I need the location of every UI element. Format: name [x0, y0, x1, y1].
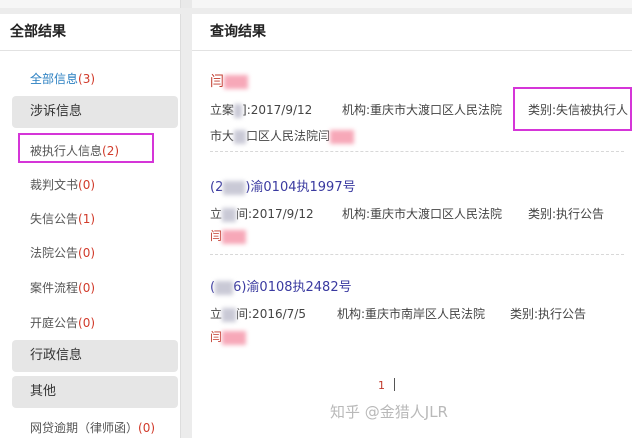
result-date-label: 立案: [210, 103, 235, 117]
sidebar-title: 全部结果: [0, 14, 180, 51]
sidebar-item-count: (3): [78, 72, 96, 86]
result-extra-b: 口区人民法院闫: [246, 129, 331, 143]
sidebar-item-count: (0): [78, 316, 96, 330]
pagination-divider: [394, 378, 395, 391]
sidebar-group-admin[interactable]: 行政信息: [12, 340, 178, 372]
result-date: 立案 ]:2017/9/12: [210, 101, 312, 118]
result-date-value: 间:2016/7/5: [236, 307, 306, 321]
sidebar-item-all[interactable]: 全部信息(3): [30, 70, 95, 87]
sidebar-item-label: 全部信息: [30, 72, 79, 86]
result-date-value: 间:2017/9/12: [236, 207, 314, 221]
redacted-name: [224, 75, 248, 89]
result-date: 立间:2016/7/5: [210, 305, 306, 322]
pagination-current-page[interactable]: 1: [378, 379, 385, 392]
sidebar-item-count: (0): [138, 421, 156, 435]
filter-sidebar: 全部结果 全部信息(3) 涉诉信息 被执行人信息(2) 裁判文书(0) 失信公告…: [0, 14, 181, 438]
result-extra: 闫: [210, 227, 247, 244]
redacted-text: [234, 103, 243, 118]
result-extra-text: 闫: [210, 330, 223, 344]
result-separator: [210, 151, 624, 152]
highlight-box: [18, 133, 154, 163]
sidebar-item-hearing-notice[interactable]: 开庭公告(0): [30, 314, 95, 331]
result-case-number: )渝0104执1997号: [245, 180, 356, 195]
top-bar-right: [192, 0, 632, 8]
result-agency: 机构:重庆市南岸区人民法院: [337, 307, 486, 321]
sidebar-item-count: (0): [78, 246, 96, 260]
watermark: 知乎 @金猎人JLR: [330, 403, 448, 421]
redacted-text: [222, 207, 237, 222]
redacted-text: [215, 280, 234, 295]
sidebar-group-litigation[interactable]: 涉诉信息: [12, 96, 178, 128]
result-agency: 机构:重庆市大渡口区人民法院: [342, 207, 503, 221]
result-category: 类别:执行公告: [528, 207, 605, 221]
redacted-text: [234, 129, 247, 144]
result-title-link[interactable]: 闫: [210, 71, 248, 91]
result-title-link[interactable]: (2 )渝0104执1997号: [210, 176, 356, 195]
result-extra: 市大 口区人民法院闫: [210, 127, 355, 144]
sidebar-item-judgments[interactable]: 裁判文书(0): [30, 176, 95, 193]
result-extra-text: 闫: [210, 229, 223, 243]
result-agency: 机构:重庆市大渡口区人民法院: [342, 103, 503, 117]
result-case-prefix: (2: [210, 180, 224, 195]
sidebar-item-count: (0): [78, 281, 96, 295]
result-date-label: 立: [210, 307, 223, 321]
result-date-value: ]:2017/9/12: [242, 103, 313, 117]
sidebar-item-case-process[interactable]: 案件流程(0): [30, 279, 95, 296]
result-date: 立间:2017/9/12: [210, 205, 314, 222]
results-panel: 查询结果 闫 立案]:2017/9/12 机构:重庆市大渡口区人民法院 类别:失…: [192, 14, 632, 438]
redacted-text: [223, 180, 246, 195]
sidebar-item-count: (0): [78, 178, 96, 192]
redacted-name: [222, 229, 247, 244]
redacted-name: [330, 129, 355, 144]
result-separator: [210, 254, 624, 255]
redacted-text: [222, 307, 237, 322]
sidebar-item-dishonest-notice[interactable]: 失信公告(1): [30, 210, 95, 227]
sidebar-item-court-notice[interactable]: 法院公告(0): [30, 244, 95, 261]
result-title-link[interactable]: (6)渝0108执2482号: [210, 276, 352, 295]
result-category: 类别:执行公告: [510, 307, 587, 321]
top-bar: [0, 0, 632, 8]
sidebar-item-label: 失信公告: [30, 212, 79, 226]
sidebar-item-count: (1): [78, 212, 96, 226]
sidebar-group-other[interactable]: 其他: [12, 376, 178, 408]
top-bar-left: [0, 0, 181, 8]
results-title: 查询结果: [192, 14, 632, 51]
sidebar-item-loan-overdue[interactable]: 网贷逾期（律师函）(0): [30, 419, 155, 436]
sidebar-item-label: 法院公告: [30, 246, 79, 260]
result-extra-a: 市大: [210, 129, 235, 143]
sidebar-item-label: 裁判文书: [30, 178, 79, 192]
sidebar-item-label: 网贷逾期（律师函）: [30, 421, 139, 435]
sidebar-item-label: 开庭公告: [30, 316, 79, 330]
result-name: 闫: [210, 74, 224, 90]
redacted-name: [222, 330, 247, 345]
sidebar-item-label: 案件流程: [30, 281, 79, 295]
result-extra: 闫: [210, 328, 247, 345]
highlight-box: [513, 87, 632, 131]
result-case-number: 6)渝0108执2482号: [233, 280, 352, 295]
result-date-label: 立: [210, 207, 223, 221]
